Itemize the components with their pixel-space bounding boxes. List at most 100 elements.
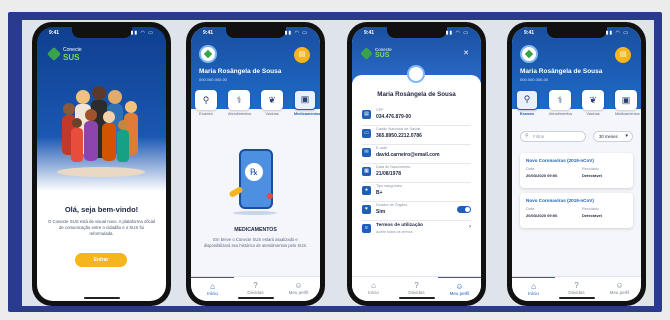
user-icon: ☺ <box>294 281 303 290</box>
card-icon[interactable]: ▤ <box>294 47 310 63</box>
user-name: Maria Rosângela de Sousa <box>520 68 603 75</box>
user-icon: ☺ <box>615 281 624 290</box>
nav-perfil[interactable]: ☺ Meu perfil <box>277 277 320 301</box>
chevron-right-icon: › <box>469 224 471 230</box>
showcase-frame: 9:41 ▮▮ ◠ ▭ Conecte SUS Olá, seja bem-vi… <box>8 12 662 312</box>
welcome-message: O Conecte SUS está de visual novo. A pla… <box>47 219 155 236</box>
organ-donor-toggle[interactable] <box>457 206 471 213</box>
field-blood-type: ● Tipo sanguíneo B+ <box>362 183 471 202</box>
profile-screen: 9:41 ▮▮ ◠ ▭ Conecte SUS ✕ Maria Rosângel… <box>352 27 481 301</box>
calendar-icon: ▦ <box>362 167 371 176</box>
status-icons: ▮▮ ◠ ▭ <box>445 30 469 36</box>
nav-inicio[interactable]: ⌂ Início <box>512 277 555 301</box>
welcome-title: Olá, seja bem-vindo! <box>64 205 139 214</box>
home-indicator <box>558 297 595 299</box>
showcase-background: 9:41 ▮▮ ◠ ▭ Conecte SUS Olá, seja bem-vi… <box>22 20 654 306</box>
card-icon: ▭ <box>362 129 371 138</box>
phone-medicamentos: 9:41 ▮▮ ◠ ▭ ▤ Maria Rosângela de Sousa 0… <box>186 22 325 306</box>
status-time: 9:41 <box>203 30 214 36</box>
status-icons: ▮▮ ◠ ▭ <box>130 30 154 36</box>
status-icons: ▮▮ ◠ ▭ <box>284 30 308 36</box>
status-time: 9:41 <box>364 30 375 36</box>
chevron-down-icon: ▾ <box>625 133 628 139</box>
home-icon: ⌂ <box>210 282 215 291</box>
filter-input[interactable]: ⚲ Filtrar <box>520 131 586 142</box>
phone-profile: 9:41 ▮▮ ◠ ▭ Conecte SUS ✕ Maria Rosângel… <box>347 22 486 306</box>
microscope-icon: ⚲ <box>516 90 538 110</box>
welcome-screen: 9:41 ▮▮ ◠ ▭ Conecte SUS Olá, seja bem-vi… <box>37 27 166 301</box>
service-medicamentos[interactable]: ▣ Medicamentos <box>615 90 640 116</box>
result-card[interactable]: Novo Coronavírus (2019-nCoV) Data 20/03/… <box>520 193 633 228</box>
profile-name: Maria Rosângela de Sousa <box>377 91 456 98</box>
enter-button[interactable]: Entrar <box>75 253 127 267</box>
home-indicator <box>83 297 120 299</box>
drop-icon: ● <box>362 186 371 195</box>
section-title: MEDICAMENTOS <box>234 227 277 233</box>
status-time: 9:41 <box>524 30 535 36</box>
search-icon: ⚲ <box>525 133 529 139</box>
field-birthdate: ▦ Data de Nascimento 21/08/1978 <box>362 164 471 183</box>
stethoscope-icon: ⚕ <box>228 90 250 110</box>
avatar[interactable] <box>199 45 217 63</box>
service-exames[interactable]: ⚲ Exames <box>516 90 538 116</box>
service-medicamentos[interactable]: ▣ Medicamentos <box>294 90 320 116</box>
phone-pills-illustration: ℞ <box>228 149 277 219</box>
pill-bottle-icon: ▣ <box>615 90 637 110</box>
service-vacinas[interactable]: ❦ Vacinas <box>582 90 604 116</box>
status-icons: ▮▮ ◠ ▭ <box>605 30 629 36</box>
home-icon: ⌂ <box>531 282 536 291</box>
logo-text-bottom: SUS <box>375 52 390 59</box>
home-indicator <box>398 297 435 299</box>
result-card[interactable]: Novo Coronavírus (2019-nCoV) Data 20/03/… <box>520 153 633 188</box>
avatar[interactable] <box>407 65 425 83</box>
home-icon: ⌂ <box>371 281 376 290</box>
notch <box>225 27 286 38</box>
section-text: Em breve o Conecte SUS estará atualizado… <box>203 237 308 248</box>
notch <box>71 27 132 38</box>
avatar[interactable] <box>520 45 538 63</box>
service-atendimentos[interactable]: ⚕ Atendimentos <box>228 90 251 116</box>
leaf-icon: ❦ <box>582 90 604 110</box>
phone-exames: 9:41 ▮▮ ◠ ▭ ▤ Maria Rosângela de Sousa 0… <box>507 22 646 306</box>
service-exames[interactable]: ⚲ Exames <box>195 90 217 116</box>
nav-inicio[interactable]: ⌂ Início <box>191 277 234 301</box>
user-icon: ☺ <box>455 282 464 291</box>
exames-screen: 9:41 ▮▮ ◠ ▭ ▤ Maria Rosângela de Sousa 0… <box>512 27 641 301</box>
card-icon[interactable]: ▤ <box>615 47 631 63</box>
help-icon: ? <box>253 281 258 290</box>
service-atendimentos[interactable]: ⚕ Atendimentos <box>549 90 572 116</box>
medicamentos-screen: 9:41 ▮▮ ◠ ▭ ▤ Maria Rosângela de Sousa 0… <box>191 27 320 301</box>
status-time: 9:41 <box>49 30 60 36</box>
leaf-icon: ❦ <box>261 90 283 110</box>
heart-icon: ♥ <box>362 205 371 214</box>
notch <box>386 27 447 38</box>
field-organ-donor: ♥ Doador de Órgãos Sim <box>362 202 471 221</box>
period-value: 30 meses <box>599 134 618 139</box>
microscope-icon: ⚲ <box>195 90 217 110</box>
nav-inicio[interactable]: ⌂ Início <box>352 277 395 301</box>
phone-welcome: 9:41 ▮▮ ◠ ▭ Conecte SUS Olá, seja bem-vi… <box>32 22 171 306</box>
field-cpf: ▤ CPF 034.476.879-00 <box>362 107 471 126</box>
logo-text-bottom: SUS <box>63 53 80 62</box>
document-icon: ≡ <box>362 224 371 233</box>
people-illustration <box>57 86 145 177</box>
nav-perfil[interactable]: ☺ Meu perfil <box>438 277 481 301</box>
period-select[interactable]: 30 meses ▾ <box>593 131 633 142</box>
id-card-icon: ▤ <box>362 110 371 119</box>
field-cns: ▭ Cartão Nacional de Saúde 365.8950.2212.0… <box>362 126 471 145</box>
terms-title: Termos de utilização <box>376 223 424 228</box>
notch <box>546 27 607 38</box>
close-icon[interactable]: ✕ <box>463 49 469 57</box>
field-email: ✉ E-mail david.carneiro@email.com <box>362 145 471 164</box>
user-cpf: 000.000.000-00 <box>520 77 549 82</box>
service-vacinas[interactable]: ❦ Vacinas <box>261 90 283 116</box>
user-name: Maria Rosângela de Sousa <box>199 68 282 75</box>
terms-row[interactable]: ≡ Termos de utilização Aceite todos os ter… <box>362 221 471 239</box>
services-row: ⚲ Exames ⚕ Atendimentos ❦ Vacinas ▣ Medicame… <box>516 90 640 116</box>
help-icon: ? <box>414 281 419 290</box>
nav-perfil[interactable]: ☺ Meu perfil <box>598 277 641 301</box>
user-cpf: 000.000.000-00 <box>199 77 228 82</box>
home-indicator <box>237 297 274 299</box>
mail-icon: ✉ <box>362 148 371 157</box>
filter-placeholder: Filtrar <box>533 134 545 139</box>
